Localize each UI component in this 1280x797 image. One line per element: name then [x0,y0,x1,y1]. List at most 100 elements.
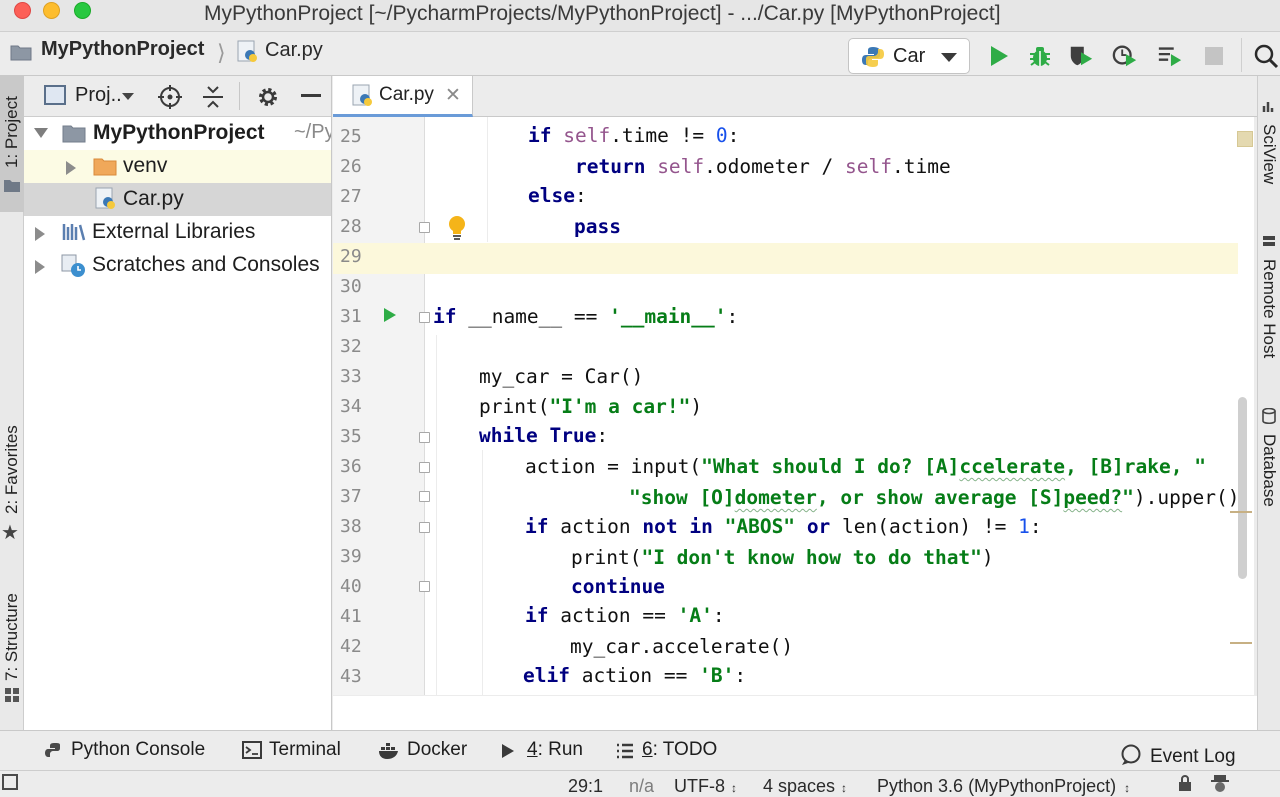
run-configuration-selector[interactable]: Car [848,38,970,74]
encoding-selector[interactable]: UTF-8 ↕ [674,776,737,797]
line-number: 28 [340,216,362,237]
fold-marker[interactable] [419,522,430,533]
tool-tab-favorites-label: 2: Favorites [2,425,21,514]
editor-scrollbar-thumb[interactable] [1238,397,1247,579]
run-icon[interactable] [986,43,1012,69]
code-line-37: "show [O]dometer, or show average [S]pee… [629,486,1240,509]
fold-marker[interactable] [419,312,430,323]
chevron-down-icon[interactable] [34,128,48,138]
chevron-right-icon[interactable] [35,227,45,241]
line-number: 25 [340,126,362,147]
code-line-43: elif action == 'B': [523,664,747,687]
line-number: 35 [340,426,362,447]
line-number: 36 [340,456,362,477]
editor-tab-car-py[interactable]: Car.py ✕ [333,76,473,117]
search-icon[interactable] [1253,43,1279,69]
debug-icon[interactable] [1027,43,1053,69]
chevron-right-icon[interactable] [35,260,45,274]
hide-panel-icon[interactable] [301,94,321,97]
locate-file-icon[interactable] [157,84,183,110]
collapse-all-icon[interactable] [200,84,226,110]
tool-tab-database[interactable]: Database [1258,404,1280,524]
profile-icon[interactable] [1112,43,1138,69]
tool-tab-database-label: Database [1260,434,1279,507]
run-with-coverage-icon[interactable] [1068,43,1094,69]
breadcrumb-file[interactable]: Car.py [265,39,323,62]
line-number: 38 [340,516,362,537]
tree-item-scratches[interactable]: Scratches and Consoles [24,249,331,282]
database-icon [1262,408,1276,424]
fold-marker[interactable] [419,432,430,443]
tool-tab-project[interactable]: 1: Project [0,76,24,212]
tool-tab-event-log-label: Event Log [1150,746,1236,767]
up-down-icon: ↕ [731,781,737,795]
lightbulb-icon[interactable] [447,215,467,241]
tool-tab-structure[interactable]: 7: Structure [0,571,24,711]
terminal-icon [242,741,262,759]
python-file-icon [352,84,372,106]
fold-marker[interactable] [419,491,430,502]
python-console-icon [45,743,60,757]
window-close-button[interactable] [14,2,31,19]
breadcrumb-project[interactable]: MyPythonProject [41,38,204,61]
tree-item-project-root[interactable]: MyPythonProject ~/Py [24,117,332,150]
tool-tab-run[interactable]: 4: Run [500,731,590,771]
run-gutter-icon[interactable] [383,307,397,323]
inspection-status-icon[interactable] [1237,131,1253,147]
lock-icon[interactable] [1178,774,1192,792]
status-bar: 29:1 n/a UTF-8 ↕ 4 spaces ↕ Python 3.6 (My… [0,770,1280,797]
inspector-icon[interactable] [1210,774,1230,794]
fold-marker[interactable] [419,462,430,473]
breadcrumb-separator: ⟩ [217,40,226,65]
tool-tab-python-console-label: Python Console [71,739,206,760]
tool-tab-favorites[interactable]: 2: Favorites ★ [0,406,24,546]
tool-tab-todo[interactable]: 6: TODO [616,731,726,771]
chevron-down-icon [941,53,957,62]
code-line-28: pass [574,215,621,238]
tree-item-venv[interactable]: venv [24,150,331,183]
tool-tab-structure-label: 7: Structure [2,593,21,681]
tool-tab-docker-label: Docker [407,739,468,760]
code-line-41: if action == 'A': [525,604,725,627]
tree-item-external-libraries[interactable]: External Libraries [24,216,331,249]
editor-tab-label: Car.py [379,84,434,105]
code-line-42: my_car.accelerate() [570,635,794,658]
gear-icon[interactable] [255,84,281,110]
fold-marker[interactable] [419,222,430,233]
line-number: 29 [340,246,362,267]
window-minimize-button[interactable] [43,2,60,19]
tool-tab-event-log[interactable]: Event Log [1120,731,1250,771]
stop-icon[interactable] [1201,43,1227,69]
indent-selector[interactable]: 4 spaces ↕ [763,776,847,797]
tool-tab-sciview[interactable]: SciView [1258,96,1280,196]
chevron-down-icon[interactable] [122,93,134,100]
tool-tab-terminal[interactable]: Terminal [242,731,352,771]
left-tool-stripe: 1: Project 2: Favorites ★ 7: Structure [0,76,24,730]
tool-tab-docker[interactable]: Docker [378,731,478,771]
chevron-right-icon[interactable] [66,161,76,175]
line-number: 41 [340,606,362,627]
run-icon [502,744,514,758]
folder-icon [10,45,32,61]
close-icon[interactable]: ✕ [445,84,461,107]
warning-marker[interactable] [1230,511,1252,513]
tool-tab-python-console[interactable]: Python Console [44,731,214,771]
tree-item-label: Scratches and Consoles [92,253,320,276]
fold-marker[interactable] [419,581,430,592]
interpreter-selector[interactable]: Python 3.6 (MyPythonProject) ↕ [877,776,1130,797]
project-view-selector[interactable]: Proj.. [75,84,122,107]
tree-item-path: ~/Py [294,121,332,143]
tree-item-car-py[interactable]: Car.py [24,183,331,216]
folder-icon [62,125,86,143]
warning-marker[interactable] [1230,642,1252,644]
concurrency-diagram-icon[interactable] [1157,43,1183,69]
toolbar-divider [1241,38,1242,72]
code-line-36: action = input("What should I do? [A]cce… [525,455,1206,478]
caret-position[interactable]: 29:1 [568,776,603,797]
line-number: 32 [340,336,362,357]
toggle-tool-windows-icon[interactable] [2,774,18,790]
python-icon [862,47,884,67]
code-line-26: return self.odometer / self.time [575,155,951,178]
tool-tab-remote-host[interactable]: Remote Host [1258,231,1280,371]
window-maximize-button[interactable] [74,2,91,19]
